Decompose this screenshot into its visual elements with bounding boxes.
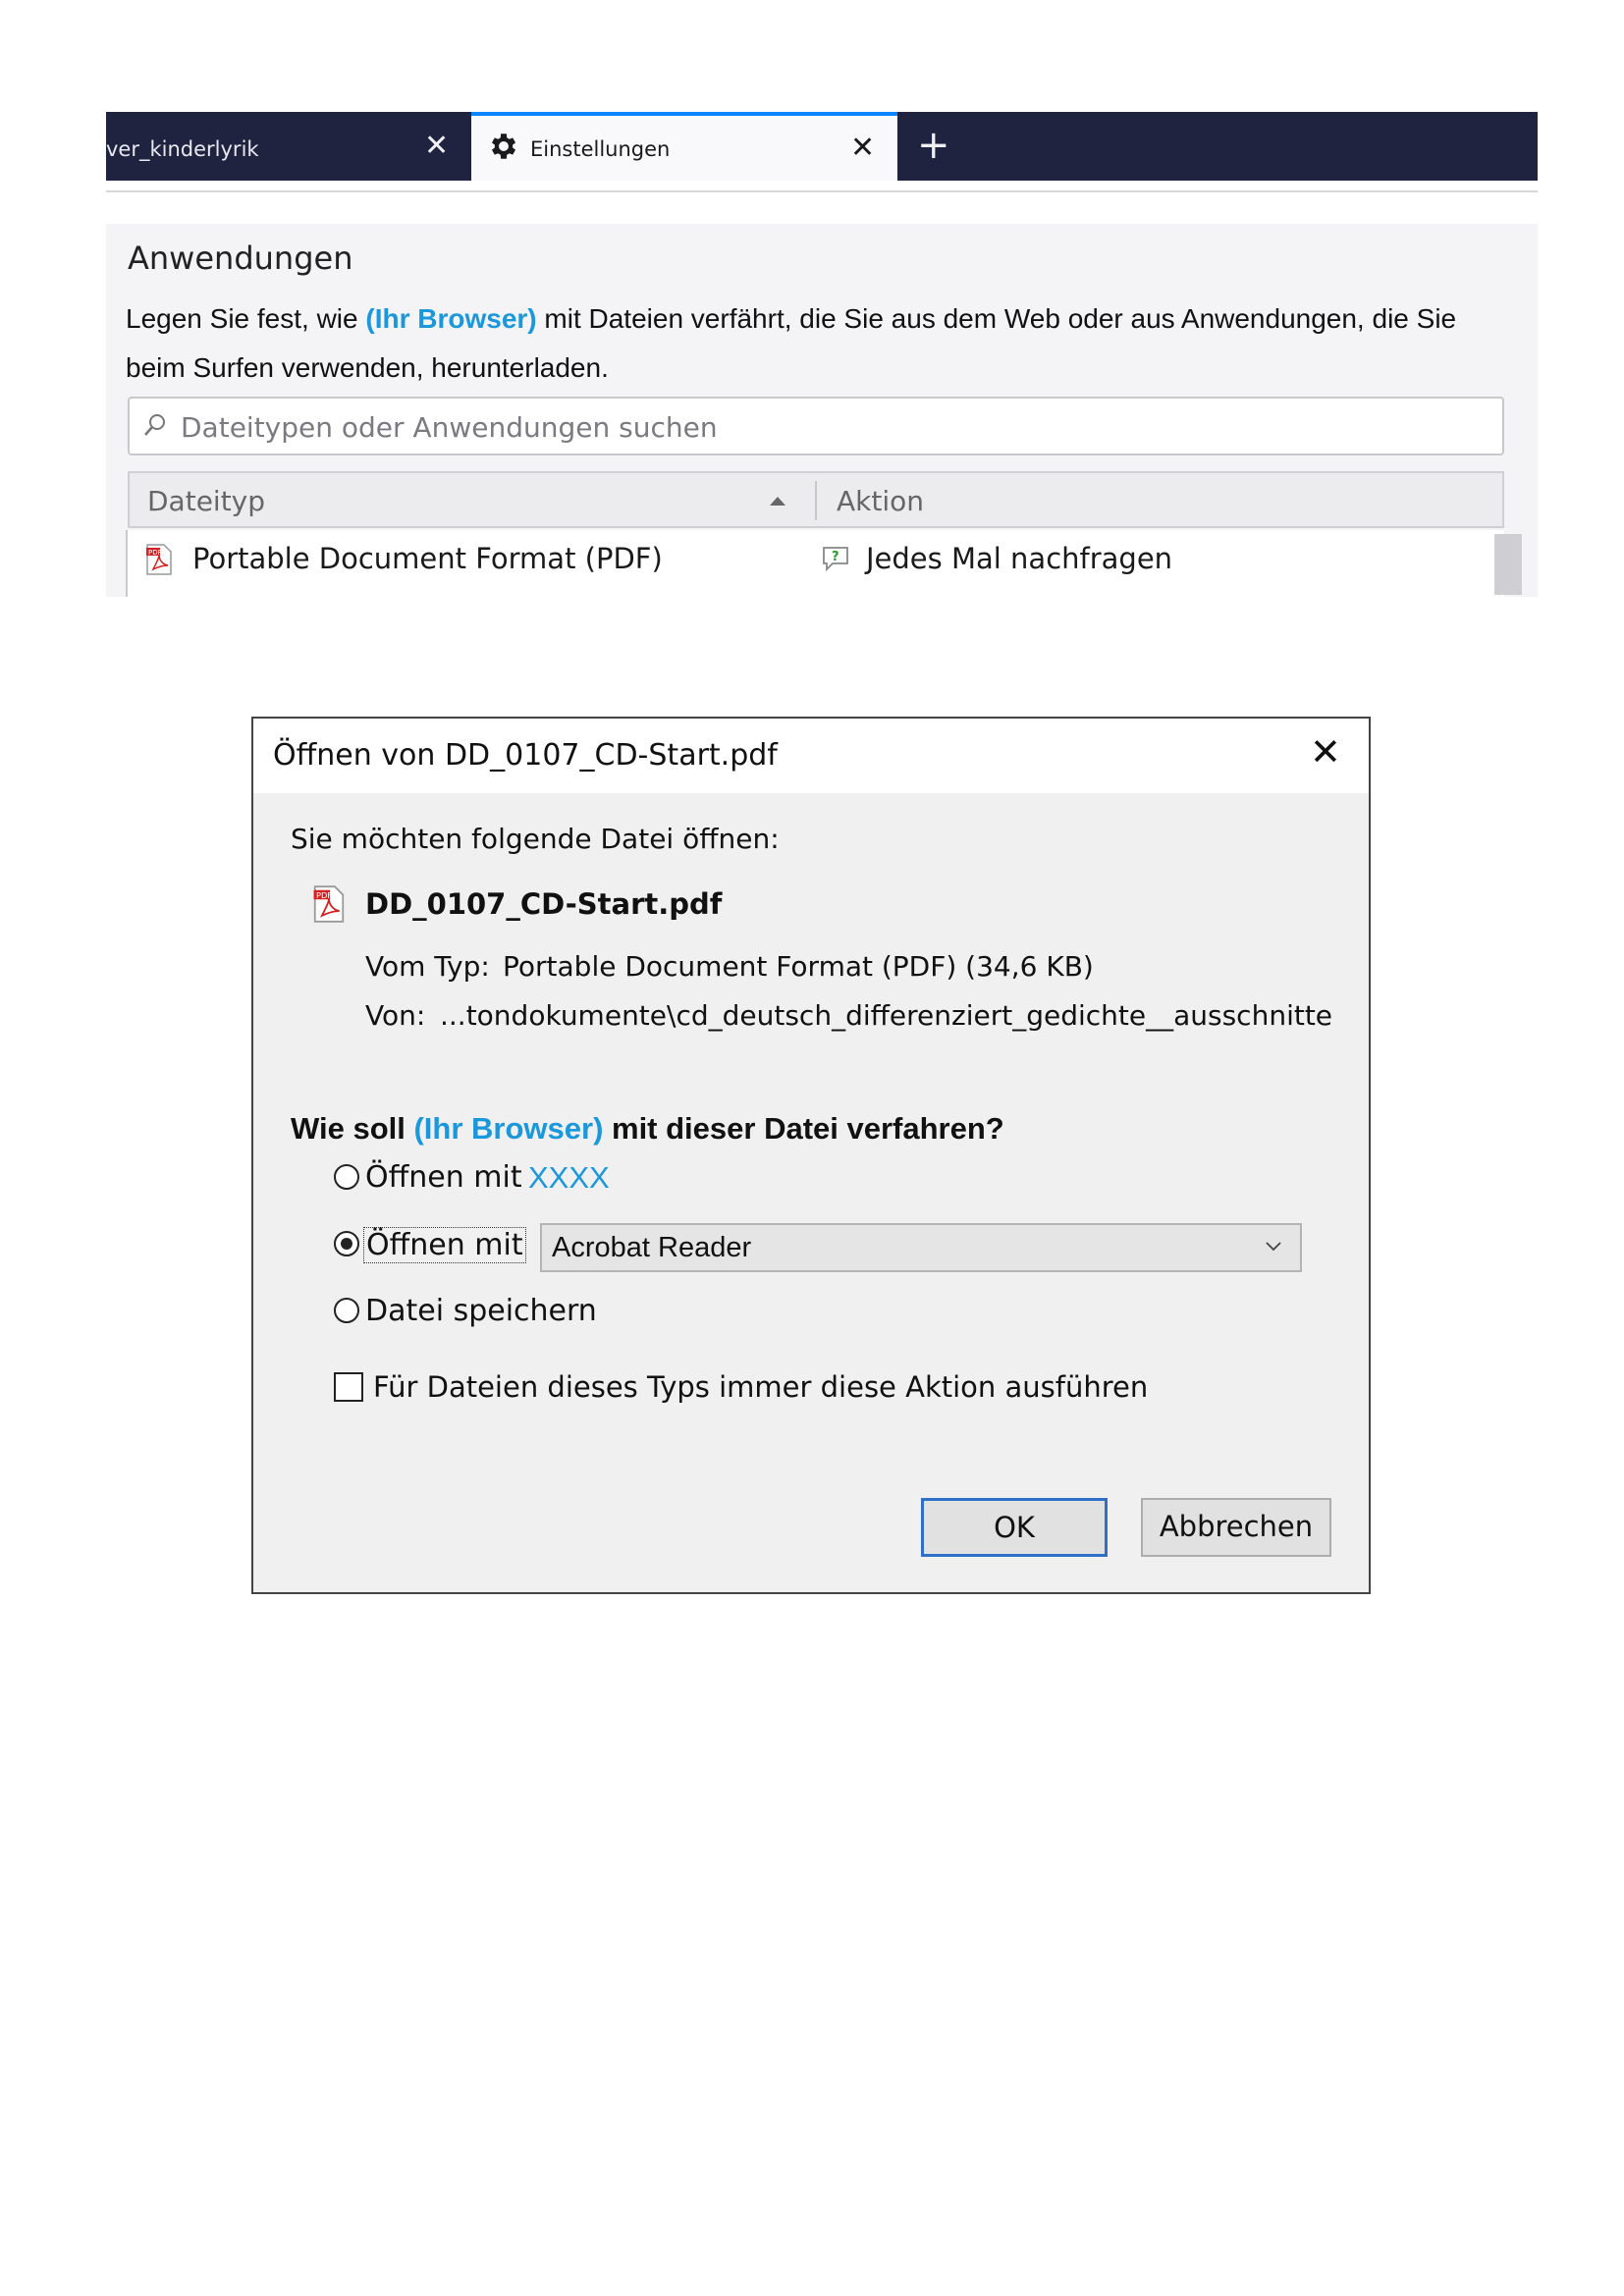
question-text: mit dieser Datei verfahren? xyxy=(603,1111,1004,1146)
open-with-app-label[interactable]: Öffnen mit xyxy=(363,1227,526,1263)
tab-close-icon[interactable]: ✕ xyxy=(850,133,875,163)
new-tab-plus-icon[interactable]: + xyxy=(917,126,950,165)
column-header-filetype[interactable]: Dateityp xyxy=(147,485,265,517)
cancel-button[interactable]: Abbrechen xyxy=(1141,1498,1331,1557)
scrollbar[interactable] xyxy=(1494,534,1522,595)
chevron-down-icon xyxy=(1266,1242,1281,1252)
applications-settings-section: Anwendungen Legen Sie fest, wie (Ihr Bro… xyxy=(106,224,1538,597)
tab-label: ver_kinderlyrik xyxy=(106,137,259,161)
ask-speech-bubble-icon: ? xyxy=(823,547,848,572)
dialog-intro-text: Sie möchten folgende Datei öffnen: xyxy=(291,823,780,855)
always-do-this-checkbox[interactable] xyxy=(334,1372,363,1402)
close-icon[interactable]: ✕ xyxy=(1310,732,1341,772)
filetype-cell: Portable Document Format (PDF) xyxy=(192,542,663,575)
browser-placeholder-highlight: (Ihr Browser) xyxy=(365,303,537,334)
browser-placeholder-highlight: (Ihr Browser) xyxy=(413,1111,604,1146)
action-question: Wie soll (Ihr Browser) mit dieser Datei … xyxy=(291,1111,1004,1147)
column-separator[interactable] xyxy=(815,481,817,520)
search-placeholder: Dateitypen oder Anwendungen suchen xyxy=(181,411,718,444)
open-with-default-radio[interactable] xyxy=(334,1164,359,1190)
filetype-search-input[interactable]: Dateitypen oder Anwendungen suchen xyxy=(128,397,1504,455)
selected-app: Acrobat Reader xyxy=(552,1232,752,1263)
file-source-label: Von: xyxy=(365,999,426,1032)
sort-ascending-icon[interactable] xyxy=(770,497,785,506)
file-source-value: ...tondokumente\cd_deutsch_differenziert… xyxy=(440,999,1333,1032)
dialog-titlebar: Öffnen von DD_0107_CD-Start.pdf ✕ xyxy=(253,719,1369,793)
column-header-action[interactable]: Aktion xyxy=(837,485,924,517)
question-text: Wie soll xyxy=(291,1111,414,1146)
ok-button[interactable]: OK xyxy=(921,1498,1108,1557)
open-with-app-select[interactable]: Acrobat Reader xyxy=(540,1223,1302,1272)
always-do-this-label[interactable]: Für Dateien dieses Typs immer diese Akti… xyxy=(373,1370,1148,1404)
file-name: DD_0107_CD-Start.pdf xyxy=(365,887,723,921)
action-cell: Jedes Mal nachfragen xyxy=(866,542,1173,575)
table-header: Dateityp Aktion xyxy=(128,471,1504,528)
tab-close-icon[interactable]: ✕ xyxy=(424,132,449,161)
gear-icon xyxy=(491,133,516,159)
pdf-file-icon: PDF xyxy=(313,885,345,923)
table-row[interactable]: PDF Portable Document Format (PDF) ? Jed… xyxy=(126,530,1522,597)
file-type-value: Portable Document Format (PDF) (34,6 KB) xyxy=(503,950,1094,983)
file-type-label: Vom Typ: xyxy=(365,950,490,983)
default-app-placeholder: XXXX xyxy=(528,1160,610,1195)
desc-text: Legen Sie fest, wie xyxy=(126,303,366,334)
svg-text:?: ? xyxy=(832,550,839,564)
section-description: Legen Sie fest, wie (Ihr Browser) mit Da… xyxy=(126,294,1520,393)
tab-label: Einstellungen xyxy=(530,137,671,161)
dialog-title: Öffnen von DD_0107_CD-Start.pdf xyxy=(273,738,778,773)
search-icon xyxy=(144,414,165,436)
open-with-app-radio[interactable] xyxy=(334,1231,359,1256)
tab-settings[interactable]: Einstellungen ✕ xyxy=(471,112,897,181)
open-file-dialog: Öffnen von DD_0107_CD-Start.pdf ✕ Sie mö… xyxy=(251,717,1371,1594)
tab-kinderlyrik[interactable]: ver_kinderlyrik ✕ xyxy=(106,112,471,181)
browser-tab-bar: ver_kinderlyrik ✕ Einstellungen ✕ + xyxy=(106,112,1538,181)
save-file-label[interactable]: Datei speichern xyxy=(365,1294,597,1328)
save-file-radio[interactable] xyxy=(334,1298,359,1323)
open-with-default-label[interactable]: Öffnen mit xyxy=(365,1160,522,1195)
section-title: Anwendungen xyxy=(128,240,353,277)
divider xyxy=(106,190,1538,192)
pdf-file-icon: PDF xyxy=(146,544,172,575)
